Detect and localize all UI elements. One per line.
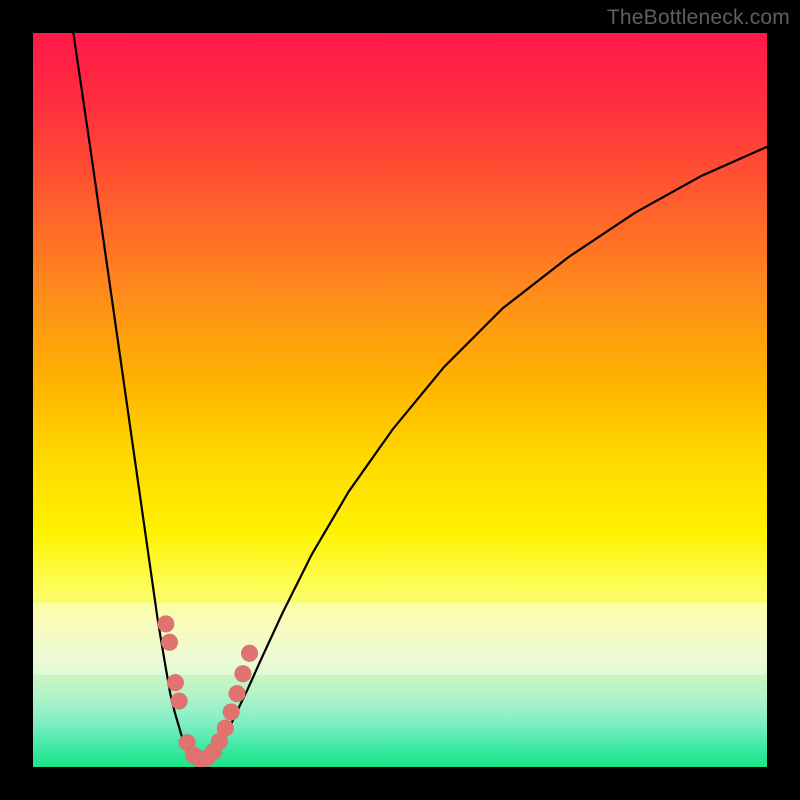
watermark-text: TheBottleneck.com [607,6,790,30]
chart-frame: TheBottleneck.com [0,0,800,800]
background-gradient [33,33,767,767]
plot-area [33,33,767,767]
